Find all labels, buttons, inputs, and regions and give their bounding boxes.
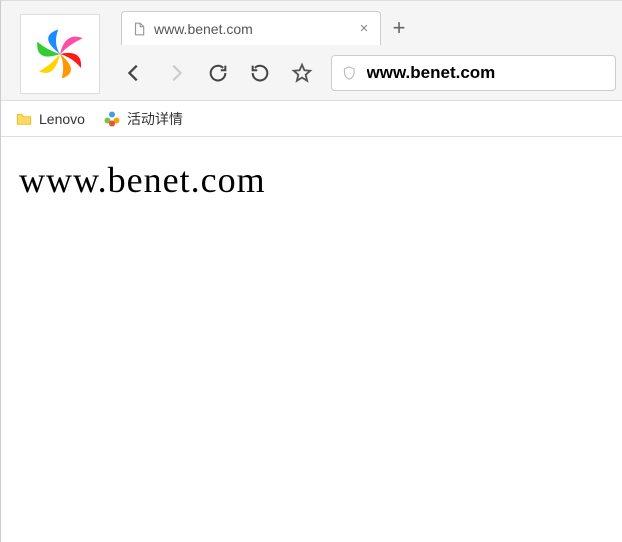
chevron-right-icon [165, 62, 187, 84]
folder-icon [15, 110, 33, 128]
new-tab-button[interactable]: + [381, 11, 417, 45]
shield-icon [342, 65, 357, 81]
undo-icon [249, 62, 271, 84]
forward-button[interactable] [163, 60, 189, 86]
tab-title: www.benet.com [154, 21, 358, 37]
bookmark-label: 活动详情 [127, 109, 183, 129]
star-icon [291, 62, 313, 84]
browser-logo[interactable] [20, 14, 100, 94]
reload-button[interactable] [205, 60, 231, 86]
reload-icon [207, 62, 229, 84]
page-content: www.benet.com [1, 137, 622, 223]
pinwheel-icon [32, 26, 88, 82]
url-input[interactable] [367, 63, 605, 83]
bookmark-lenovo[interactable]: Lenovo [15, 110, 85, 128]
page-heading: www.benet.com [19, 159, 604, 201]
bookmark-label: Lenovo [39, 111, 85, 127]
favorite-button[interactable] [289, 60, 315, 86]
back-button[interactable] [121, 60, 147, 86]
tab-close-button[interactable]: × [358, 23, 370, 35]
bookmark-activity-details[interactable]: 活动详情 [103, 109, 183, 129]
browser-tab[interactable]: www.benet.com × [121, 11, 381, 45]
bookmarks-bar: Lenovo 活动详情 [1, 101, 622, 137]
undo-button[interactable] [247, 60, 273, 86]
chevron-left-icon [123, 62, 145, 84]
address-bar[interactable] [331, 55, 616, 91]
puzzle-icon [103, 110, 121, 128]
file-icon [132, 22, 146, 36]
